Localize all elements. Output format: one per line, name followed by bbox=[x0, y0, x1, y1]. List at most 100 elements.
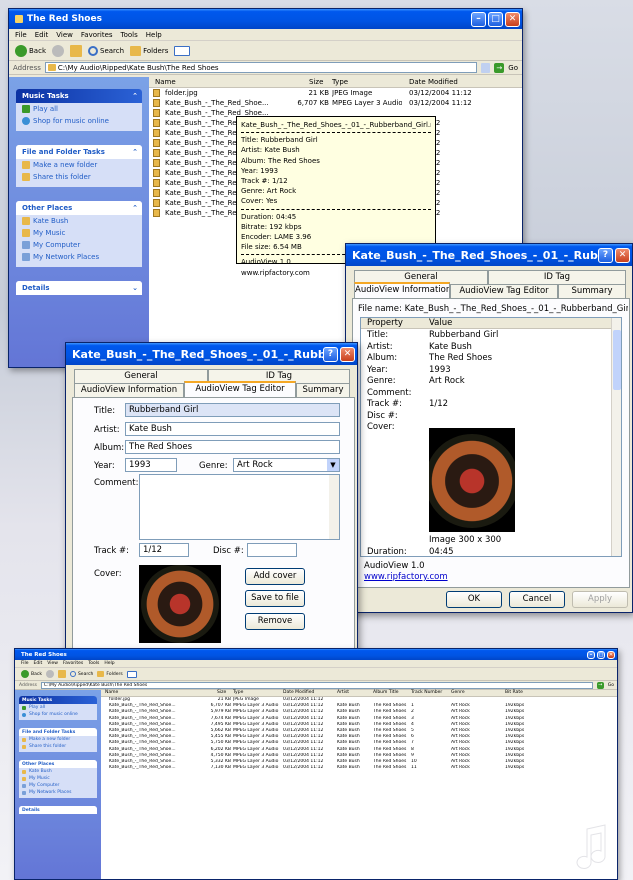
col-size[interactable]: Size bbox=[217, 690, 226, 695]
task-play-all[interactable]: Play all bbox=[16, 103, 142, 115]
menu-tools[interactable]: Tools bbox=[121, 31, 138, 39]
panel-header[interactable]: Music Tasks ⌃ bbox=[16, 89, 142, 103]
folders-button[interactable]: Folders bbox=[97, 671, 123, 677]
panel-header[interactable]: Details ⌄ bbox=[16, 281, 142, 295]
go-label[interactable]: Go bbox=[508, 64, 518, 72]
views-icon[interactable] bbox=[126, 670, 137, 678]
tab-audioview-tag-editor[interactable]: AudioView Tag Editor bbox=[450, 284, 558, 298]
menu-file[interactable]: File bbox=[21, 661, 29, 666]
property-row[interactable]: Genre: Art Rock bbox=[361, 376, 621, 387]
place-network[interactable]: My Network Places bbox=[16, 251, 142, 267]
place-kate-bush[interactable]: Kate Bush bbox=[16, 215, 142, 227]
place-kate-bush[interactable]: Kate Bush bbox=[19, 768, 97, 775]
tab-summary[interactable]: Summary bbox=[296, 383, 350, 397]
place-network[interactable]: My Network Places bbox=[19, 789, 97, 798]
col-date[interactable]: Date Modified bbox=[409, 78, 458, 86]
task-share-folder[interactable]: Share this folder bbox=[19, 743, 97, 752]
col-size[interactable]: Size bbox=[309, 78, 323, 86]
cancel-button[interactable]: Cancel bbox=[509, 591, 565, 608]
address-input[interactable]: C:\My Audio\Ripped\Kate Bush\The Red Sho… bbox=[40, 681, 593, 689]
menu-file[interactable]: File bbox=[15, 31, 27, 39]
go-arrow-icon[interactable]: → bbox=[494, 62, 505, 73]
maximize-button[interactable]: □ bbox=[597, 650, 605, 659]
col-album[interactable]: Album Title bbox=[373, 690, 399, 695]
close-button[interactable]: ✕ bbox=[505, 11, 520, 27]
ok-button[interactable]: OK bbox=[446, 591, 502, 608]
tab-audioview-information[interactable]: AudioView Information bbox=[74, 383, 184, 397]
back-button[interactable]: Back bbox=[15, 44, 46, 57]
window-titlebar[interactable]: The Red Shoes – □ ✕ bbox=[15, 649, 617, 660]
views-icon[interactable] bbox=[174, 45, 191, 56]
year-field[interactable]: 1993 bbox=[125, 458, 177, 472]
col-name[interactable]: Name bbox=[155, 78, 176, 86]
folders-button[interactable]: Folders bbox=[130, 45, 168, 56]
up-folder-icon[interactable] bbox=[57, 670, 66, 678]
close-button[interactable]: ✕ bbox=[340, 346, 355, 362]
menu-favorites[interactable]: Favorites bbox=[63, 661, 83, 666]
col-name[interactable]: Name bbox=[105, 690, 118, 695]
col-value[interactable]: Value bbox=[429, 318, 452, 328]
file-row[interactable]: Kate_Bush_-_The_Red_Shoe... 6,707 KB MPEG … bbox=[149, 99, 522, 109]
tab-audioview-tag-editor[interactable]: AudioView Tag Editor bbox=[184, 381, 296, 397]
search-button[interactable]: Search bbox=[69, 671, 93, 677]
apply-button[interactable]: Apply bbox=[572, 591, 628, 608]
task-new-folder[interactable]: Make a new folder bbox=[19, 736, 97, 743]
col-type[interactable]: Type bbox=[233, 690, 243, 695]
task-share-folder[interactable]: Share this folder bbox=[16, 171, 142, 187]
col-type[interactable]: Type bbox=[332, 78, 348, 86]
remove-button[interactable]: Remove bbox=[245, 613, 305, 630]
expand-icon[interactable]: ⌄ bbox=[132, 284, 138, 292]
menu-edit[interactable]: Edit bbox=[35, 31, 49, 39]
menu-help[interactable]: Help bbox=[104, 661, 114, 666]
go-label[interactable]: Go bbox=[608, 683, 614, 688]
collapse-icon[interactable]: ⌃ bbox=[132, 148, 138, 156]
comment-textarea[interactable] bbox=[139, 474, 340, 540]
tab-summary[interactable]: Summary bbox=[558, 284, 626, 298]
file-row[interactable]: Kate_Bush_-_The_Red_Shoe... 7,130 KB MPEG … bbox=[101, 765, 617, 771]
property-row[interactable]: Track #: 1/12 bbox=[361, 399, 621, 410]
dialog-titlebar[interactable]: Kate_Bush_-_The_Red_Shoes_-_01_-_Rubberb… bbox=[66, 343, 357, 365]
collapse-icon[interactable]: ⌃ bbox=[132, 92, 138, 100]
menu-tools[interactable]: Tools bbox=[88, 661, 99, 666]
task-shop-music[interactable]: Shop for music online bbox=[16, 115, 142, 131]
panel-header[interactable]: File and Folder Tasks bbox=[19, 728, 97, 736]
menu-edit[interactable]: Edit bbox=[34, 661, 43, 666]
minimize-button[interactable]: – bbox=[471, 11, 486, 27]
website-link[interactable]: www.ripfactory.com bbox=[364, 572, 448, 582]
back-button[interactable]: Back bbox=[21, 670, 42, 678]
panel-header[interactable]: Other Places ⌃ bbox=[16, 201, 142, 215]
scrollbar-thumb[interactable] bbox=[613, 330, 621, 390]
tab-id-tag[interactable]: ID Tag bbox=[488, 270, 626, 284]
place-my-music[interactable]: My Music bbox=[16, 227, 142, 239]
menu-view[interactable]: View bbox=[47, 661, 58, 666]
menu-favorites[interactable]: Favorites bbox=[81, 31, 113, 39]
genre-select[interactable]: Art Rock ▼ bbox=[233, 458, 340, 472]
track-field[interactable]: 1/12 bbox=[139, 543, 189, 557]
task-shop-music[interactable]: Shop for music online bbox=[19, 711, 97, 720]
col-track[interactable]: Track Number bbox=[411, 690, 442, 695]
forward-arrow-icon[interactable] bbox=[45, 670, 54, 678]
panel-header[interactable]: Music Tasks bbox=[19, 696, 97, 704]
menu-help[interactable]: Help bbox=[146, 31, 162, 39]
panel-header[interactable]: Details bbox=[19, 806, 97, 814]
col-artist[interactable]: Artist bbox=[337, 690, 349, 695]
close-button[interactable]: ✕ bbox=[607, 650, 615, 659]
property-row[interactable]: Album: The Red Shoes bbox=[361, 353, 621, 364]
go-arrow-icon[interactable]: → bbox=[596, 681, 604, 689]
save-to-file-button[interactable]: Save to file bbox=[245, 590, 305, 607]
textarea-scrollbar[interactable] bbox=[329, 475, 339, 539]
panel-header[interactable]: Other Places bbox=[19, 760, 97, 768]
search-button[interactable]: Search bbox=[88, 45, 124, 56]
chevron-down-icon[interactable]: ▼ bbox=[327, 459, 339, 471]
task-new-folder[interactable]: Make a new folder bbox=[16, 159, 142, 171]
collapse-icon[interactable]: ⌃ bbox=[132, 204, 138, 212]
col-genre[interactable]: Genre bbox=[451, 690, 465, 695]
col-date[interactable]: Date Modified bbox=[283, 690, 314, 695]
window-titlebar[interactable]: The Red Shoes – □ ✕ bbox=[9, 9, 522, 29]
file-row[interactable]: folder.jpg 21 KB JPEG Image 03/12/2004 11:1… bbox=[149, 89, 522, 99]
col-property[interactable]: Property bbox=[367, 318, 403, 328]
property-row[interactable]: Title: Rubberband Girl bbox=[361, 330, 621, 341]
col-bitrate[interactable]: Bit Rate bbox=[505, 690, 523, 695]
vertical-scrollbar[interactable] bbox=[611, 318, 621, 556]
title-field[interactable]: Rubberband Girl bbox=[125, 403, 340, 417]
